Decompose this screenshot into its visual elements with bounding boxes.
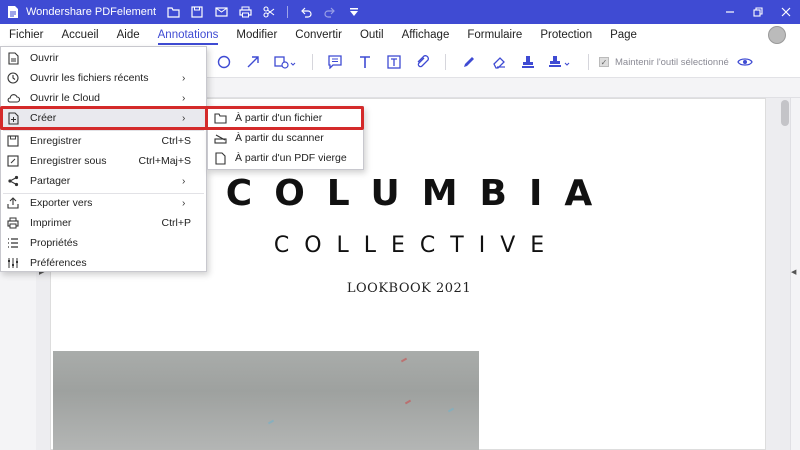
vertical-scrollbar[interactable] [780,98,790,450]
menu-fichier[interactable]: Fichier [0,24,53,46]
eraser-icon[interactable] [488,46,510,78]
file-menu-item-open[interactable]: Ouvrir [1,48,206,68]
file-menu-item-recent[interactable]: Ouvrir les fichiers récents › [1,68,206,88]
chevron-right-icon: › [182,197,186,209]
print-icon[interactable] [233,0,257,24]
file-menu-item-share[interactable]: Partager › [1,171,206,191]
app-title: Wondershare PDFelement [26,6,157,18]
menu-protection[interactable]: Protection [531,24,601,46]
toolbar-separator [287,6,288,18]
menu-page[interactable]: Page [601,24,646,46]
keep-tool-selected[interactable]: ✓ Maintenir l'outil sélectionné [599,46,729,78]
properties-icon [6,236,20,250]
shortcut-label: Ctrl+Maj+S [138,155,191,167]
file-menu-item-preferences[interactable]: Préférences [1,253,206,273]
menu-convertir[interactable]: Convertir [286,24,351,46]
chevron-right-icon: › [182,175,186,187]
file-menu-item-print[interactable]: Imprimer Ctrl+P [1,213,206,233]
toolbar-separator [588,54,589,70]
scanner-icon [213,131,227,145]
close-icon[interactable] [772,0,800,24]
highlight-box-from-file [205,106,364,130]
app-logo-icon [6,5,20,19]
file-menu: Ouvrir Ouvrir les fichiers récents › Ouv… [0,46,207,272]
ellipse-icon[interactable] [213,46,235,78]
toolbar-separator [445,54,446,70]
save-icon[interactable] [185,0,209,24]
menu-bar: Fichier Accueil Aide Annotations Modifie… [0,24,800,46]
file-menu-item-cloud[interactable]: Ouvrir le Cloud › [1,88,206,108]
save-as-icon [6,154,20,168]
menu-annotations[interactable]: Annotations [149,24,228,46]
file-menu-item-save[interactable]: Enregistrer Ctrl+S [1,131,206,151]
shape-dropdown-icon[interactable] [272,46,300,78]
menu-affichage[interactable]: Affichage [393,24,459,46]
open-file-icon [6,51,20,65]
submenu-item-from-scanner[interactable]: À partir du scanner [208,128,363,148]
redo-icon[interactable] [318,0,342,24]
menu-modifier[interactable]: Modifier [227,24,286,46]
pencil-icon[interactable] [458,46,480,78]
document-photo [53,351,479,450]
cloud-icon [6,91,20,105]
restore-icon[interactable] [744,0,772,24]
stamp-icon[interactable] [517,46,539,78]
preferences-icon [6,256,20,270]
menu-aide[interactable]: Aide [108,24,149,46]
text-icon[interactable] [354,46,376,78]
blank-page-icon [213,151,227,165]
avatar[interactable] [768,26,786,44]
file-menu-item-export[interactable]: Exporter vers › [1,193,206,213]
text-box-icon[interactable] [383,46,405,78]
clock-icon [6,71,20,85]
save-icon [6,134,20,148]
comment-icon[interactable] [324,46,346,78]
open-folder-icon[interactable] [161,0,185,24]
shortcut-label: Ctrl+S [161,135,191,147]
scissors-icon[interactable] [257,0,281,24]
email-icon[interactable] [209,0,233,24]
submenu-item-blank-pdf[interactable]: À partir d'un PDF vierge [208,148,363,168]
document-tagline: LOOKBOOK 2021 [346,281,472,296]
menu-formulaire[interactable]: Formulaire [458,24,531,46]
scrollbar-thumb[interactable] [781,100,789,126]
customize-quick-access-icon[interactable] [342,0,366,24]
chevron-right-icon: › [182,92,186,104]
attachment-icon[interactable] [411,46,433,78]
share-icon [6,174,20,188]
shortcut-label: Ctrl+P [161,217,191,229]
file-menu-item-save-as[interactable]: Enregistrer sous Ctrl+Maj+S [1,151,206,171]
keep-tool-label: Maintenir l'outil sélectionné [615,56,729,68]
print-icon [6,216,20,230]
highlight-box-create [0,106,208,130]
chevron-right-icon: › [182,72,186,84]
menu-accueil[interactable]: Accueil [53,24,108,46]
title-bar: Wondershare PDFelement [0,0,800,24]
signature-dropdown-icon[interactable] [546,46,574,78]
menu-outil[interactable]: Outil [351,24,393,46]
toolbar-separator [312,54,313,70]
minimize-icon[interactable] [716,0,744,24]
expand-right-panel-icon[interactable]: ◀ [791,268,796,276]
undo-icon[interactable] [294,0,318,24]
eye-icon[interactable] [734,46,756,78]
file-menu-item-properties[interactable]: Propriétés [1,233,206,253]
export-icon [6,196,20,210]
keep-tool-checkbox[interactable]: ✓ [599,57,609,67]
arrow-icon[interactable] [242,46,264,78]
